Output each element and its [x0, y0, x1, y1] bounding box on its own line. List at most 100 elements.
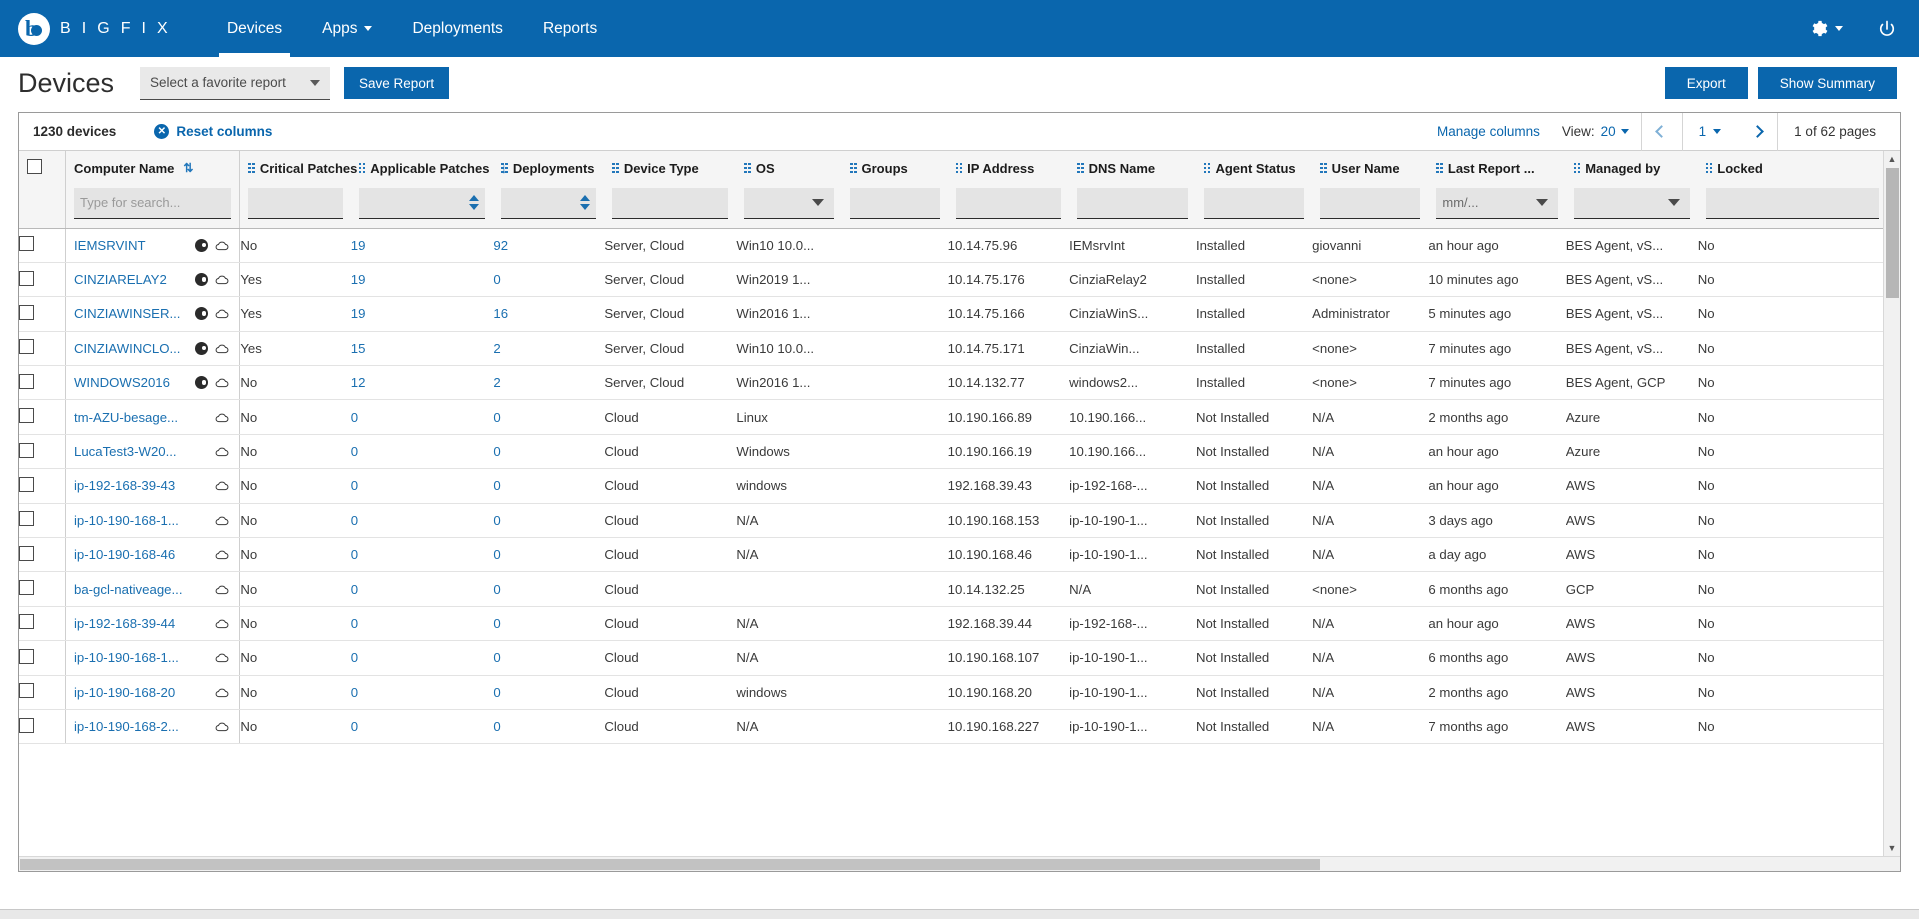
cell-deployments[interactable]: 0	[493, 538, 604, 572]
row-checkbox[interactable]	[19, 614, 34, 629]
row-checkbox[interactable]	[19, 374, 34, 389]
column-header-user-name[interactable]: User Name	[1312, 151, 1428, 185]
computer-name-link[interactable]: ip-10-190-168-2...	[74, 719, 179, 734]
column-header-device-type[interactable]: Device Type	[604, 151, 736, 185]
cell-deployments[interactable]: 0	[493, 641, 604, 675]
agent-status-filter-input[interactable]	[1204, 188, 1304, 219]
cell-deployments[interactable]: 0	[493, 709, 604, 743]
stepper-up-icon[interactable]	[469, 195, 479, 201]
row-checkbox[interactable]	[19, 511, 34, 526]
computer-name-link[interactable]: ba-gcl-nativeage...	[74, 582, 183, 597]
cell-deployments[interactable]: 0	[493, 400, 604, 434]
row-checkbox[interactable]	[19, 546, 34, 561]
cell-deployments[interactable]: 0	[493, 503, 604, 537]
os-filter-select[interactable]	[744, 188, 834, 219]
column-header-deployments[interactable]: Deployments	[493, 151, 604, 185]
computer-name-link[interactable]: ip-10-190-168-20	[74, 685, 175, 700]
locked-filter-input[interactable]	[1706, 188, 1879, 219]
computer-name-link[interactable]: ip-192-168-39-44	[74, 616, 175, 631]
row-checkbox[interactable]	[19, 443, 34, 458]
cell-deployments[interactable]: 0	[493, 606, 604, 640]
computer-name-link[interactable]: CINZIAWINSER...	[74, 306, 180, 321]
column-header-locked[interactable]: Locked	[1698, 151, 1883, 185]
column-header-dns-name[interactable]: DNS Name	[1069, 151, 1196, 185]
computer-name-link[interactable]: ip-192-168-39-43	[74, 478, 175, 493]
computer-name-link[interactable]: ip-10-190-168-1...	[74, 513, 179, 528]
horizontal-scrollbar[interactable]	[19, 856, 1900, 871]
bigfix-logo[interactable]: b B I G F I X	[18, 13, 171, 45]
manage-columns-button[interactable]: Manage columns	[1437, 124, 1562, 139]
cell-applicable-patches[interactable]: 0	[351, 434, 494, 468]
nav-item-deployments[interactable]: Deployments	[392, 0, 522, 57]
column-header-agent-status[interactable]: Agent Status	[1196, 151, 1312, 185]
critical-patches-filter-input[interactable]	[248, 188, 342, 219]
settings-menu-button[interactable]	[1809, 19, 1843, 38]
computer-name-link[interactable]: ip-10-190-168-1...	[74, 650, 179, 665]
row-checkbox[interactable]	[19, 339, 34, 354]
computer-name-search-input[interactable]: Type for search...	[74, 188, 231, 219]
computer-name-link[interactable]: CINZIARELAY2	[74, 272, 167, 287]
vertical-scrollbar-thumb[interactable]	[1886, 168, 1899, 298]
computer-name-link[interactable]: CINZIAWINCLO...	[74, 341, 180, 356]
column-header-managed-by[interactable]: Managed by	[1566, 151, 1698, 185]
cell-applicable-patches[interactable]: 0	[351, 641, 494, 675]
cell-deployments[interactable]: 0	[493, 572, 604, 606]
row-checkbox[interactable]	[19, 236, 34, 251]
table-row[interactable]: ip-10-190-168-2...No00CloudN/A10.190.168…	[19, 709, 1883, 743]
cell-deployments[interactable]: 0	[493, 675, 604, 709]
table-row[interactable]: ip-10-190-168-46No00CloudN/A10.190.168.4…	[19, 538, 1883, 572]
column-header-computer-name[interactable]: Computer Name ⇅	[65, 151, 239, 185]
cell-applicable-patches[interactable]: 0	[351, 400, 494, 434]
stepper-icon[interactable]	[580, 195, 590, 210]
cell-applicable-patches[interactable]: 12	[351, 366, 494, 400]
cell-deployments[interactable]: 92	[493, 228, 604, 262]
computer-name-link[interactable]: WINDOWS2016	[74, 375, 170, 390]
groups-filter-input[interactable]	[850, 188, 940, 219]
cell-applicable-patches[interactable]: 0	[351, 503, 494, 537]
select-all-checkbox[interactable]	[27, 159, 42, 174]
horizontal-scrollbar-thumb[interactable]	[20, 859, 1320, 870]
scroll-down-arrow-icon[interactable]: ▼	[1888, 840, 1897, 856]
table-row[interactable]: ip-10-190-168-1...No00CloudN/A10.190.168…	[19, 641, 1883, 675]
scroll-up-arrow-icon[interactable]: ▲	[1888, 151, 1897, 167]
show-summary-button[interactable]: Show Summary	[1758, 67, 1897, 99]
cell-applicable-patches[interactable]: 0	[351, 469, 494, 503]
row-checkbox[interactable]	[19, 408, 34, 423]
last-report-date-filter[interactable]: mm/...	[1436, 188, 1557, 219]
vertical-scrollbar[interactable]: ▲ ▼	[1883, 151, 1900, 856]
column-header-last-report-time[interactable]: Last Report ...	[1428, 151, 1565, 185]
reset-columns-button[interactable]: ✕ Reset columns	[154, 124, 272, 139]
row-checkbox[interactable]	[19, 649, 34, 664]
table-row[interactable]: IEMSRVINTNo1992Server, CloudWin10 10.0..…	[19, 228, 1883, 262]
table-row[interactable]: ip-192-168-39-44No00CloudN/A192.168.39.4…	[19, 606, 1883, 640]
row-checkbox[interactable]	[19, 580, 34, 595]
favorite-report-select[interactable]: Select a favorite report	[140, 67, 330, 100]
cell-applicable-patches[interactable]: 19	[351, 262, 494, 296]
cell-applicable-patches[interactable]: 0	[351, 538, 494, 572]
cell-applicable-patches[interactable]: 19	[351, 297, 494, 331]
cell-applicable-patches[interactable]: 0	[351, 675, 494, 709]
row-checkbox[interactable]	[19, 718, 34, 733]
managed-by-filter-select[interactable]	[1574, 188, 1690, 219]
export-button[interactable]: Export	[1665, 67, 1748, 99]
save-report-button[interactable]: Save Report	[344, 67, 449, 99]
table-row[interactable]: WINDOWS2016No122Server, CloudWin2016 1..…	[19, 366, 1883, 400]
deployments-filter-stepper[interactable]	[501, 188, 596, 219]
table-row[interactable]: LucaTest3-W20...No00CloudWindows10.190.1…	[19, 434, 1883, 468]
page-number-select[interactable]: 1	[1683, 124, 1738, 139]
row-checkbox[interactable]	[19, 683, 34, 698]
user-name-filter-input[interactable]	[1320, 188, 1420, 219]
cell-deployments[interactable]: 0	[493, 434, 604, 468]
nav-item-apps[interactable]: Apps	[302, 0, 392, 57]
table-row[interactable]: tm-AZU-besage...No00CloudLinux10.190.166…	[19, 400, 1883, 434]
row-checkbox[interactable]	[19, 271, 34, 286]
cell-applicable-patches[interactable]: 15	[351, 331, 494, 365]
table-row[interactable]: ip-10-190-168-1...No00CloudN/A10.190.168…	[19, 503, 1883, 537]
next-page-button[interactable]	[1737, 113, 1777, 151]
ip-address-filter-input[interactable]	[956, 188, 1062, 219]
cell-deployments[interactable]: 16	[493, 297, 604, 331]
dns-name-filter-input[interactable]	[1077, 188, 1188, 219]
table-row[interactable]: CINZIAWINCLO...Yes152Server, CloudWin10 …	[19, 331, 1883, 365]
row-checkbox[interactable]	[19, 477, 34, 492]
computer-name-link[interactable]: IEMSRVINT	[74, 238, 146, 253]
